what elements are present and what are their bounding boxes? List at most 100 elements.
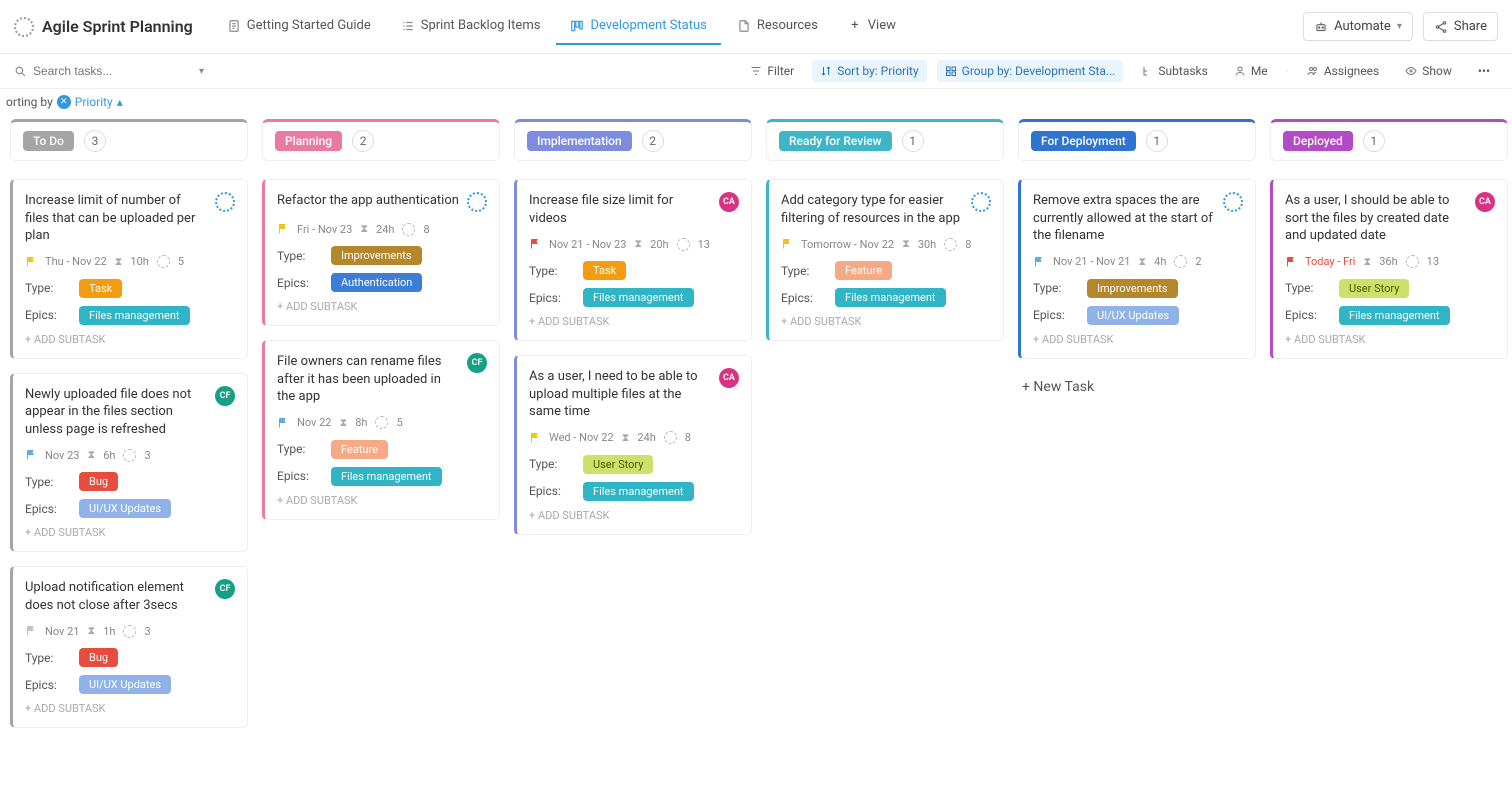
type-tag[interactable]: Feature [835,261,892,280]
column-count: 2 [642,130,664,152]
epic-tag[interactable]: Files management [583,288,694,307]
priority-flag-icon[interactable] [25,625,37,637]
type-tag[interactable]: Improvements [1087,279,1178,298]
tab-sprint-backlog[interactable]: Sprint Backlog Items [387,8,555,45]
points-icon [402,223,415,236]
new-task-button[interactable]: + New Task [1018,373,1256,401]
points-icon [375,416,388,429]
add-subtask-button[interactable]: + ADD SUBTASK [25,526,235,539]
chevron-down-icon[interactable]: ▾ [199,66,204,77]
clear-sort-button[interactable]: ✕ [57,95,71,109]
type-tag[interactable]: Bug [79,648,118,667]
add-subtask-button[interactable]: + ADD SUBTASK [529,509,739,522]
type-tag[interactable]: Bug [79,472,118,491]
filter-button[interactable]: Filter [742,60,802,82]
epic-tag[interactable]: UI/UX Updates [1087,306,1179,325]
assignee-avatar[interactable] [467,192,487,212]
search-input[interactable] [33,64,193,78]
priority-flag-icon[interactable] [1033,256,1045,268]
task-card[interactable]: Increase limit of number of files that c… [10,179,248,359]
type-tag[interactable]: User Story [583,455,653,474]
add-subtask-button[interactable]: + ADD SUBTASK [1033,333,1243,346]
tab-add-view[interactable]: + View [834,8,910,45]
type-tag[interactable]: Task [583,261,626,280]
epic-tag[interactable]: Files management [1339,306,1450,325]
add-subtask-button[interactable]: + ADD SUBTASK [277,494,487,507]
task-card[interactable]: File owners can rename files after it ha… [262,340,500,520]
search-box[interactable]: ▾ [14,64,204,78]
me-button[interactable]: Me [1226,60,1276,82]
sort-button[interactable]: Sort by: Priority [812,60,926,82]
type-tag[interactable]: User Story [1339,279,1409,298]
card-points: 8 [423,223,429,236]
priority-flag-icon[interactable] [529,432,541,444]
show-button[interactable]: Show [1397,60,1460,82]
task-card[interactable]: Add category type for easier filtering o… [766,179,1004,341]
column-header[interactable]: Implementation 2 [514,119,752,161]
assignee-avatar[interactable]: CF [215,579,235,599]
task-card[interactable]: Newly uploaded file does not appear in t… [10,373,248,553]
assignee-avatar[interactable]: CF [467,353,487,373]
me-label: Me [1251,64,1268,78]
type-tag[interactable]: Feature [331,440,388,459]
sort-value[interactable]: Priority [75,95,113,109]
column-to-do: To Do 3 Increase limit of number of file… [10,119,248,742]
epic-tag[interactable]: Files management [331,467,442,486]
card-points: 8 [965,238,971,251]
sort-caret-icon[interactable]: ▴ [117,95,123,109]
add-subtask-button[interactable]: + ADD SUBTASK [25,702,235,715]
assignee-avatar[interactable]: CA [1475,192,1495,212]
epic-tag[interactable]: Authentication [331,273,422,292]
epics-label: Epics: [1285,308,1329,322]
epic-tag[interactable]: Files management [583,482,694,501]
assignee-avatar[interactable]: CA [719,192,739,212]
subtasks-button[interactable]: Subtasks [1133,60,1215,82]
epic-tag[interactable]: UI/UX Updates [79,499,171,518]
tab-label: Getting Started Guide [247,18,371,33]
type-tag[interactable]: Improvements [331,246,422,265]
priority-flag-icon[interactable] [277,417,289,429]
tab-development-status[interactable]: Development Status [556,8,720,45]
epic-tag[interactable]: UI/UX Updates [79,675,171,694]
topbar: Agile Sprint Planning Getting Started Gu… [0,0,1512,54]
add-subtask-button[interactable]: + ADD SUBTASK [781,315,991,328]
hourglass-icon: ⧗ [634,237,642,251]
tab-getting-started[interactable]: Getting Started Guide [213,8,385,45]
priority-flag-icon[interactable] [25,449,37,461]
add-subtask-button[interactable]: + ADD SUBTASK [529,315,739,328]
task-card[interactable]: Refactor the app authentication Fri - No… [262,179,500,326]
priority-flag-icon[interactable] [1285,256,1297,268]
share-button[interactable]: Share [1423,12,1498,41]
type-tag[interactable]: Task [79,279,122,298]
epic-tag[interactable]: Files management [835,288,946,307]
priority-flag-icon[interactable] [277,223,289,235]
task-card[interactable]: As a user, I should be able to sort the … [1270,179,1508,359]
task-card[interactable]: Upload notification element does not clo… [10,566,248,728]
add-subtask-button[interactable]: + ADD SUBTASK [25,333,235,346]
assignee-avatar[interactable]: CA [719,368,739,388]
automate-button[interactable]: Automate ▾ [1303,12,1413,41]
column-header[interactable]: Ready for Review 1 [766,119,1004,161]
column-header[interactable]: To Do 3 [10,119,248,161]
task-card[interactable]: As a user, I need to be able to upload m… [514,355,752,535]
epic-tag[interactable]: Files management [79,306,190,325]
assignee-avatar[interactable] [1223,192,1243,212]
task-card[interactable]: Remove extra spaces the are currently al… [1018,179,1256,359]
column-header[interactable]: Deployed 1 [1270,119,1508,161]
priority-flag-icon[interactable] [25,256,37,268]
group-button[interactable]: Group by: Development Sta... [937,60,1124,82]
more-button[interactable]: ••• [1470,60,1498,82]
assignees-button[interactable]: Assignees [1299,60,1387,82]
priority-flag-icon[interactable] [529,238,541,250]
add-subtask-button[interactable]: + ADD SUBTASK [277,300,487,313]
column-header[interactable]: Planning 2 [262,119,500,161]
priority-flag-icon[interactable] [781,238,793,250]
assignee-avatar[interactable] [971,192,991,212]
tab-resources[interactable]: Resources [723,8,832,45]
assignee-avatar[interactable] [215,192,235,212]
assignee-avatar[interactable]: CF [215,386,235,406]
add-subtask-button[interactable]: + ADD SUBTASK [1285,333,1495,346]
column-header[interactable]: For Deployment 1 [1018,119,1256,161]
task-card[interactable]: Increase file size limit for videos CA N… [514,179,752,341]
card-estimate: 10h [130,255,148,268]
